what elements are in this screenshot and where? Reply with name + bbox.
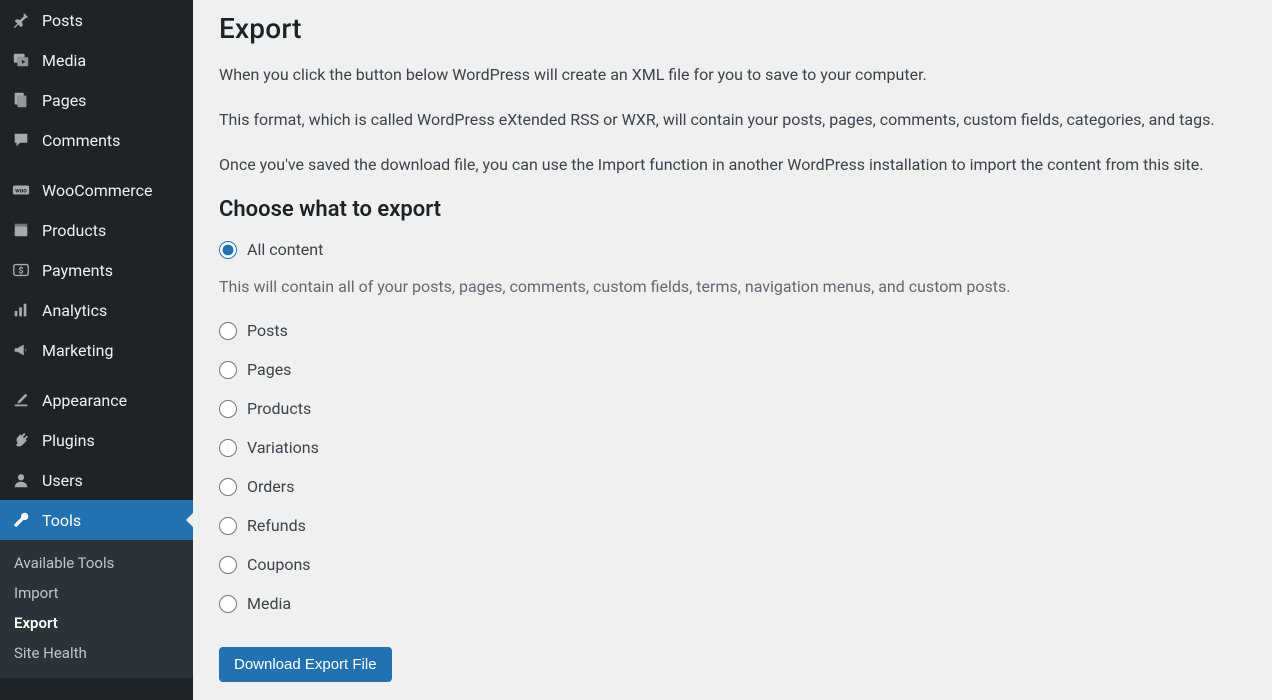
sidebar-item-products[interactable]: Products (0, 210, 193, 250)
sidebar-item-label: Tools (42, 511, 81, 530)
export-option-label[interactable]: Posts (247, 321, 288, 340)
submenu-item-import[interactable]: Import (0, 578, 193, 608)
export-option-label[interactable]: Variations (247, 438, 319, 457)
sidebar-item-posts[interactable]: Posts (0, 0, 193, 40)
export-radio-all[interactable] (219, 241, 237, 259)
sidebar-item-label: Users (42, 471, 83, 490)
export-option-refunds: Refunds (219, 516, 1252, 535)
export-radio-coupons[interactable] (219, 556, 237, 574)
export-option-label[interactable]: Products (247, 399, 311, 418)
export-option-label[interactable]: Media (247, 594, 291, 613)
export-option-desc: This will contain all of your posts, pag… (219, 275, 1252, 299)
sidebar-item-label: Analytics (42, 301, 107, 320)
products-icon (10, 220, 32, 240)
intro-p1: When you click the button below WordPres… (219, 63, 1252, 88)
intro-p3: Once you've saved the download file, you… (219, 153, 1252, 178)
admin-sidebar: Posts Media Pages Comments woo WooCommerce Pro… (0, 0, 193, 700)
sidebar-item-pages[interactable]: Pages (0, 80, 193, 120)
sidebar-item-tools[interactable]: Tools (0, 500, 193, 540)
menu-gap (0, 160, 193, 170)
export-radio-posts[interactable] (219, 322, 237, 340)
svg-text:woo: woo (15, 187, 27, 195)
sidebar-item-analytics[interactable]: Analytics (0, 290, 193, 330)
export-option-coupons: Coupons (219, 555, 1252, 574)
export-options: All content This will contain all of your… (219, 240, 1252, 613)
intro-p2: This format, which is called WordPress e… (219, 108, 1252, 133)
export-option-media: Media (219, 594, 1252, 613)
comment-icon (10, 130, 32, 150)
page-title: Export (219, 0, 1252, 63)
menu-gap (0, 370, 193, 380)
users-icon (10, 470, 32, 490)
svg-text:$: $ (18, 266, 23, 277)
sidebar-item-appearance[interactable]: Appearance (0, 380, 193, 420)
appearance-icon (10, 390, 32, 410)
sidebar-item-label: Payments (42, 261, 113, 280)
woocommerce-icon: woo (10, 180, 32, 200)
export-radio-refunds[interactable] (219, 517, 237, 535)
sidebar-item-label: Marketing (42, 341, 113, 360)
analytics-icon (10, 300, 32, 320)
sidebar-item-label: Media (42, 51, 86, 70)
sidebar-item-label: Products (42, 221, 106, 240)
sidebar-item-media[interactable]: Media (0, 40, 193, 80)
export-option-orders: Orders (219, 477, 1252, 496)
sidebar-item-label: Comments (42, 131, 120, 150)
submenu-item-export[interactable]: Export (0, 608, 193, 638)
pushpin-icon (10, 10, 32, 30)
export-option-posts: Posts (219, 321, 1252, 340)
pages-icon (10, 90, 32, 110)
sidebar-item-payments[interactable]: $ Payments (0, 250, 193, 290)
sidebar-item-marketing[interactable]: Marketing (0, 330, 193, 370)
submenu-item-available-tools[interactable]: Available Tools (0, 548, 193, 578)
payments-icon: $ (10, 260, 32, 280)
sidebar-item-users[interactable]: Users (0, 460, 193, 500)
export-option-label[interactable]: Coupons (247, 555, 311, 574)
plugins-icon (10, 430, 32, 450)
export-radio-media[interactable] (219, 595, 237, 613)
marketing-icon (10, 340, 32, 360)
export-radio-variations[interactable] (219, 439, 237, 457)
section-heading: Choose what to export (219, 197, 1252, 222)
export-option-label[interactable]: Orders (247, 477, 294, 496)
download-export-button[interactable]: Download Export File (219, 647, 392, 682)
tools-submenu: Available ToolsImportExportSite Health (0, 540, 193, 678)
export-option-variations: Variations (219, 438, 1252, 457)
sidebar-item-label: Pages (42, 91, 86, 110)
sidebar-item-comments[interactable]: Comments (0, 120, 193, 160)
export-option-pages: Pages (219, 360, 1252, 379)
intro-text: When you click the button below WordPres… (219, 63, 1252, 177)
sidebar-item-label: Plugins (42, 431, 95, 450)
submenu-item-site-health[interactable]: Site Health (0, 638, 193, 668)
export-option-label[interactable]: Pages (247, 360, 291, 379)
sidebar-item-label: WooCommerce (42, 181, 152, 200)
export-radio-products[interactable] (219, 400, 237, 418)
sidebar-item-plugins[interactable]: Plugins (0, 420, 193, 460)
tools-icon (10, 510, 32, 530)
export-option-label[interactable]: Refunds (247, 516, 306, 535)
media-icon (10, 50, 32, 70)
sidebar-item-label: Appearance (42, 391, 127, 410)
export-radio-orders[interactable] (219, 478, 237, 496)
main-content: Export When you click the button below W… (193, 0, 1272, 700)
sidebar-item-woocommerce[interactable]: woo WooCommerce (0, 170, 193, 210)
export-option-label[interactable]: All content (247, 240, 323, 259)
export-option-products: Products (219, 399, 1252, 418)
sidebar-item-label: Posts (42, 11, 83, 30)
export-radio-pages[interactable] (219, 361, 237, 379)
export-option-all: All content (219, 240, 1252, 259)
